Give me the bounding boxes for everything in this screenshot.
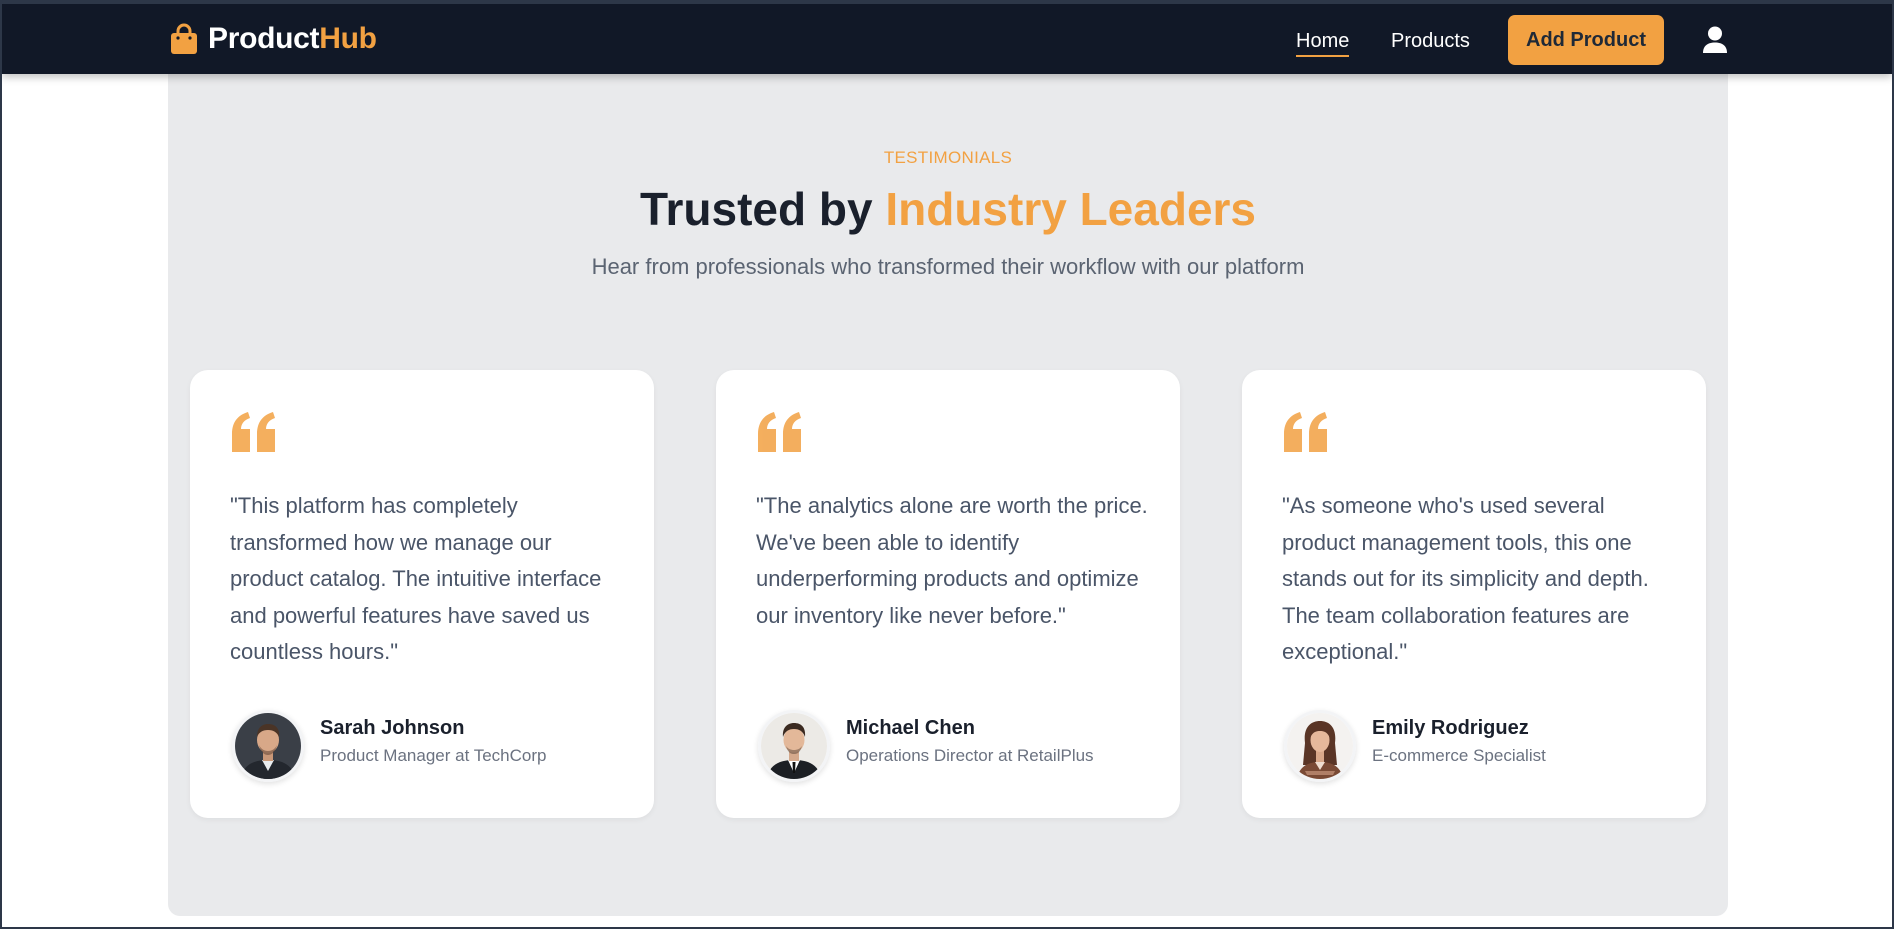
section-eyebrow: TESTIMONIALS — [883, 148, 1013, 167]
quote-icon — [758, 412, 801, 452]
testimonial-quote: "The analytics alone are worth the price… — [756, 493, 1148, 628]
nav-link-home[interactable]: Home — [1296, 30, 1350, 57]
testimonial-card: "This platform has completely transforme… — [190, 370, 654, 818]
quote-icon — [232, 412, 275, 452]
testimonial-quote: "As someone who's used several product m… — [1282, 493, 1649, 664]
person-role: Product Manager at TechCorp — [320, 746, 547, 765]
avatar — [758, 710, 830, 782]
section-heading: Trusted by Industry Leaders — [168, 182, 1728, 236]
person-name: Michael Chen — [846, 717, 975, 739]
avatar — [232, 710, 304, 782]
avatar — [1284, 710, 1356, 782]
user-icon[interactable] — [1702, 26, 1728, 54]
shopping-bag-icon — [171, 23, 197, 54]
quote-icon — [1284, 412, 1327, 452]
person-name: Sarah Johnson — [320, 717, 465, 739]
navbar: ProductHub Home Products Add Product — [2, 4, 1892, 74]
brand-name-part2: Hub — [319, 22, 377, 55]
browser-viewport: ProductHub Home Products Add Product TES… — [2, 4, 1892, 927]
heading-accent-text: Industry Leaders — [885, 183, 1257, 235]
testimonial-card: "As someone who's used several product m… — [1242, 370, 1706, 818]
brand-name-part1: Product — [208, 22, 320, 55]
nav-link-products[interactable]: Products — [1391, 30, 1470, 53]
brand-logo[interactable]: ProductHub — [170, 22, 377, 56]
heading-text: Trusted by — [639, 183, 886, 235]
section-subtitle: Hear from professionals who transformed … — [591, 254, 1305, 279]
testimonial-card: "The analytics alone are worth the price… — [716, 370, 1180, 818]
person-role: E-commerce Specialist — [1372, 746, 1546, 765]
testimonials-section: TESTIMONIALS Trusted by Industry Leaders… — [168, 44, 1728, 916]
testimonial-quote: "This platform has completely transforme… — [230, 493, 602, 664]
brand-name: ProductHub — [208, 22, 377, 56]
add-product-button[interactable]: Add Product — [1508, 15, 1664, 65]
person-role: Operations Director at RetailPlus — [846, 746, 1094, 765]
person-name: Emily Rodriguez — [1372, 717, 1529, 739]
